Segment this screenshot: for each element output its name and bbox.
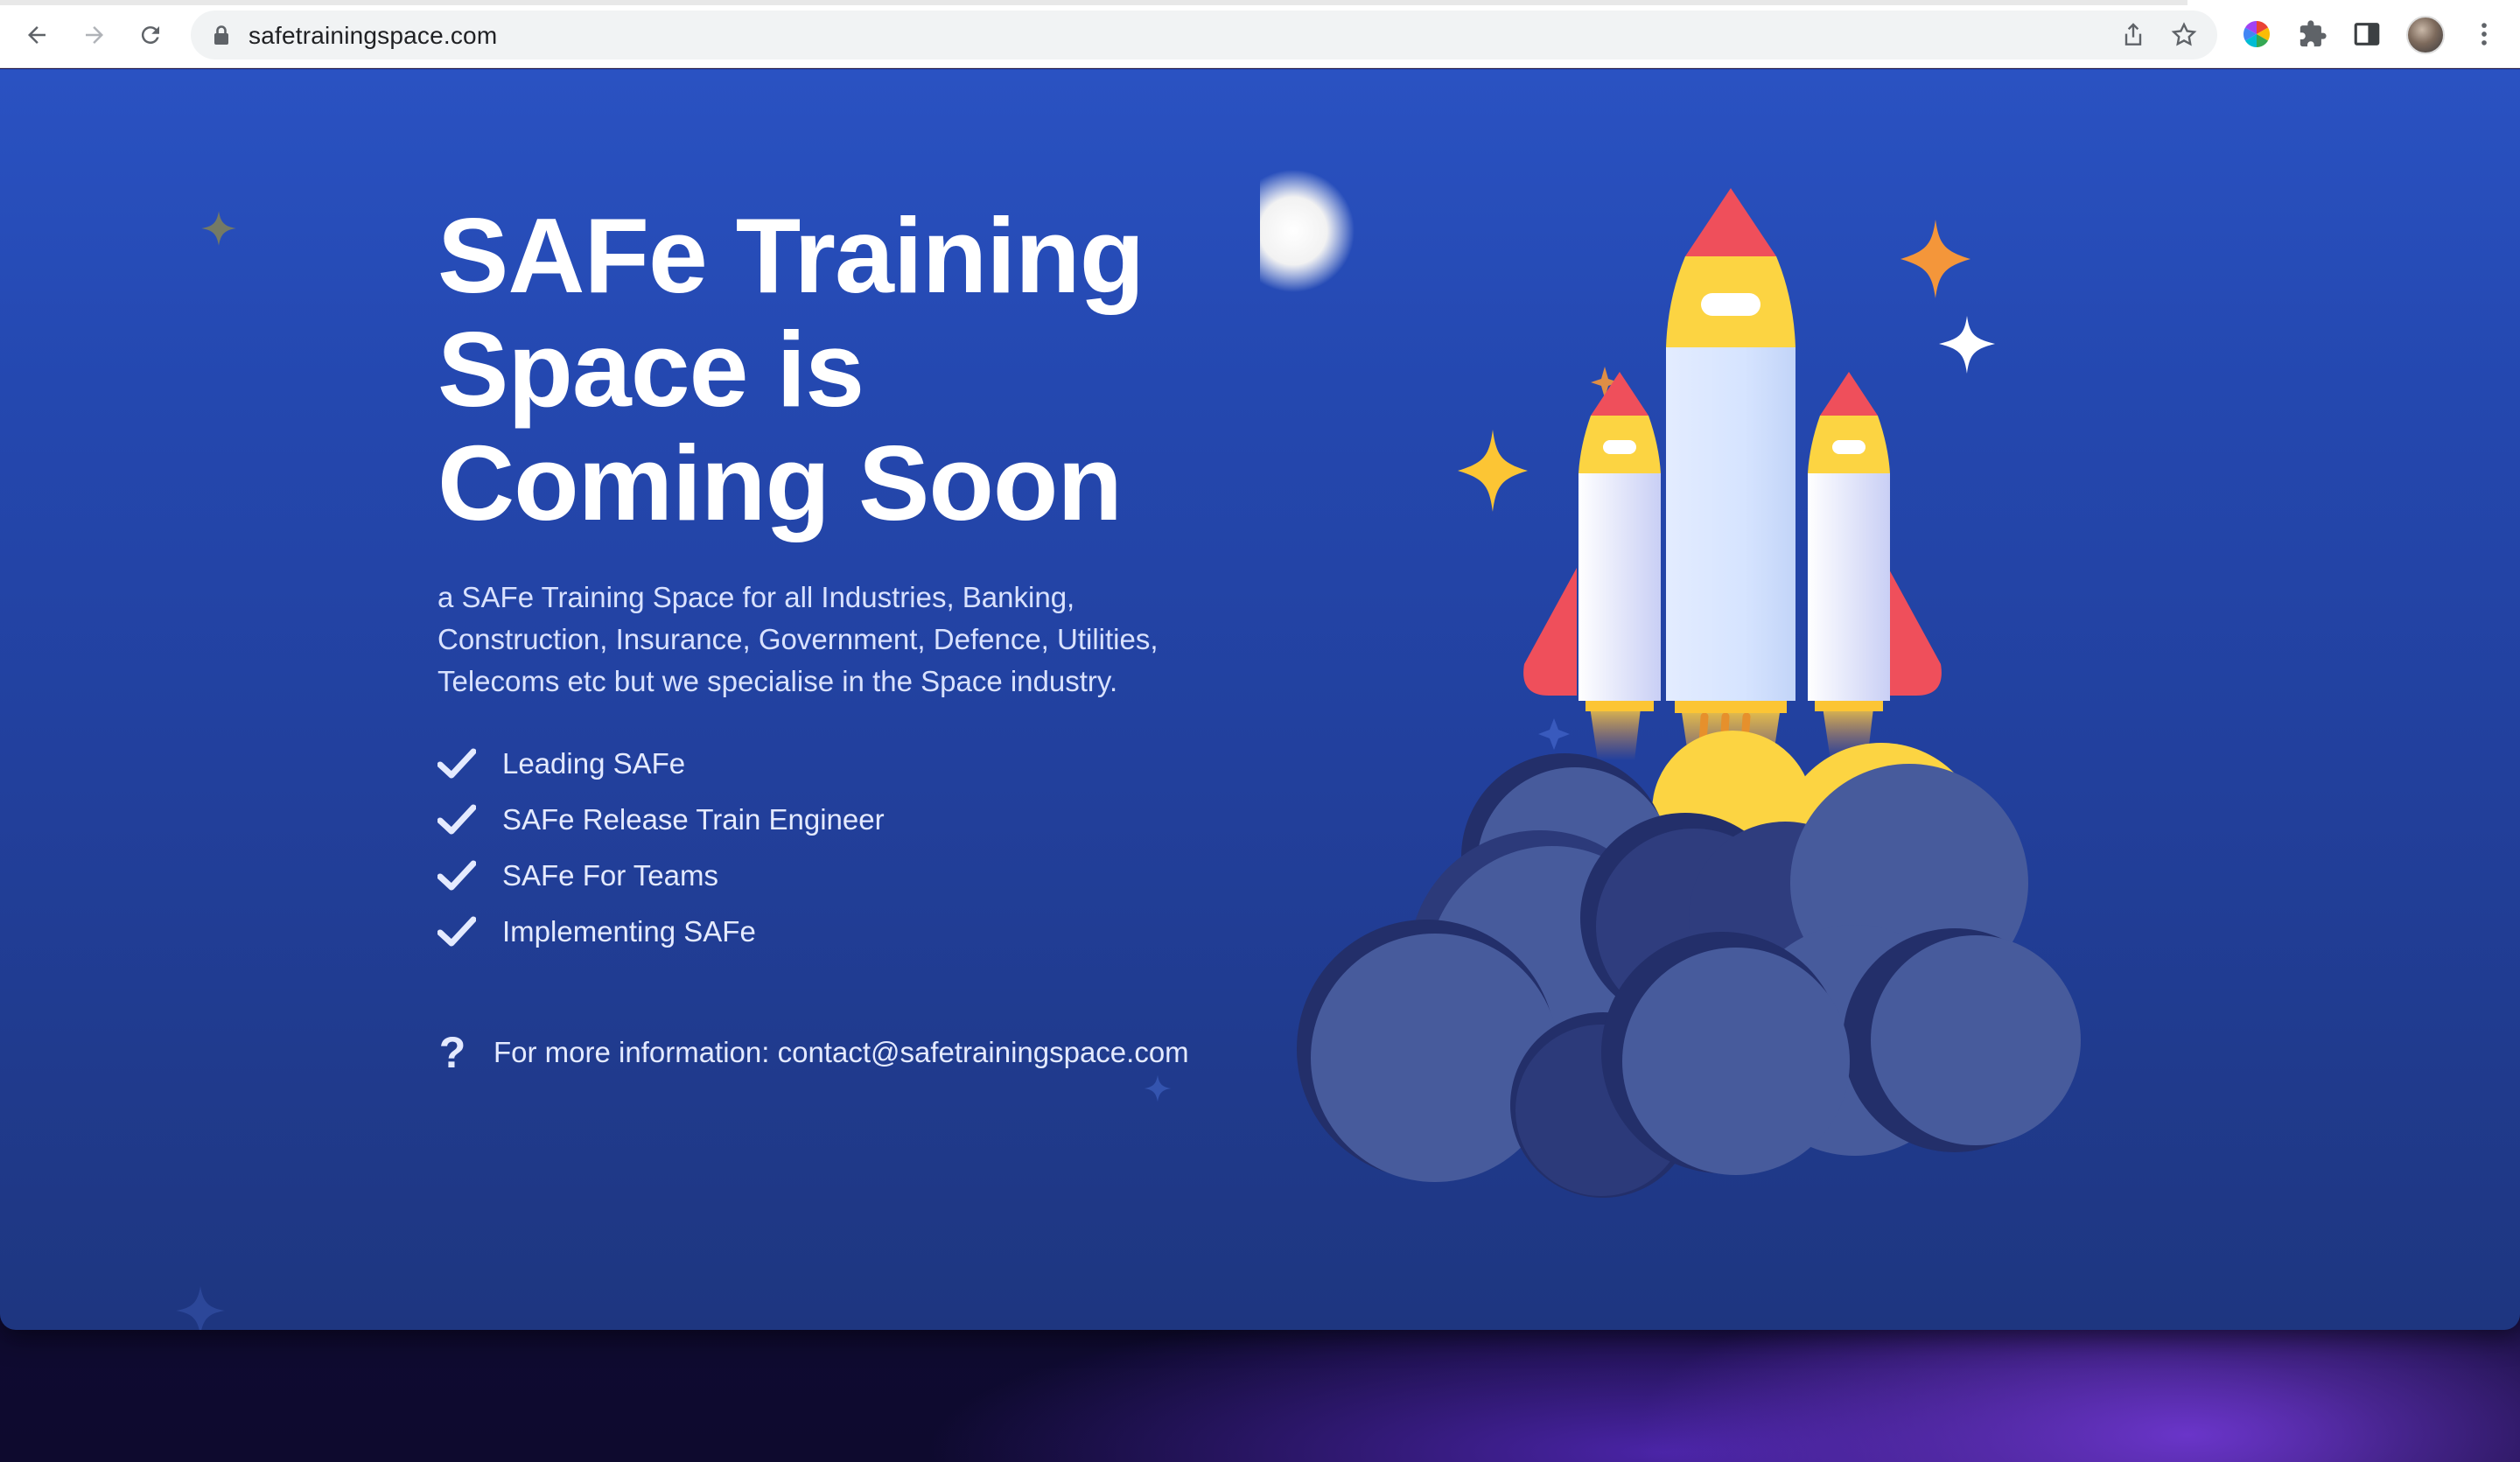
title-line: SAFe Training (438, 196, 1144, 315)
rocket-launch-illustration (1260, 170, 2081, 1198)
question-mark-icon: ? (438, 1028, 466, 1077)
bookmark-star-icon[interactable] (2170, 21, 2198, 49)
left-booster-window (1603, 440, 1636, 454)
main-rocket-body (1666, 347, 1796, 701)
course-list: Leading SAFe SAFe Release Train Engineer… (438, 736, 885, 960)
color-wheel-extension-icon[interactable] (2242, 19, 2272, 49)
list-item: SAFe Release Train Engineer (438, 792, 885, 848)
left-fin (1523, 568, 1577, 696)
title-line: Space is (438, 310, 864, 429)
share-icon[interactable] (2119, 21, 2147, 49)
lock-icon[interactable] (212, 24, 231, 45)
faint-star-icon (1538, 718, 1570, 750)
description-line: Telecoms etc but we specialise in the Sp… (438, 665, 1118, 697)
left-booster-nose (1591, 372, 1648, 416)
right-booster-nose (1820, 372, 1878, 416)
yellow-star-icon (1458, 430, 1528, 512)
checkmark-icon (438, 804, 476, 835)
list-item-label: Leading SAFe (502, 747, 686, 780)
browser-window: safetrainingspace.com SAFe Training Spac… (0, 0, 2520, 1330)
list-item-label: SAFe Release Train Engineer (502, 803, 885, 836)
list-item: SAFe For Teams (438, 848, 885, 904)
smoke-clouds (1297, 731, 2081, 1198)
puzzle-extensions-icon[interactable] (2298, 19, 2328, 49)
orange-star-icon (1900, 220, 1970, 298)
moon-icon (1260, 170, 1354, 292)
main-rocket-nozzle (1675, 701, 1787, 713)
list-item-label: SAFe For Teams (502, 859, 718, 892)
white-star-icon (1939, 316, 1995, 374)
left-booster-nozzle (1586, 701, 1654, 711)
list-item-label: Implementing SAFe (502, 915, 756, 948)
contact-info: ? For more information: contact@safetrai… (438, 1026, 1189, 1079)
checkmark-icon (438, 916, 476, 947)
faint-sparkle-icon (201, 211, 236, 246)
back-arrow-icon[interactable] (18, 16, 56, 54)
side-panel-icon[interactable] (2352, 19, 2382, 49)
coming-soon-page: SAFe Training Space is Coming Soon a SAF… (0, 69, 2520, 1330)
description-line: a SAFe Training Space for all Industries… (438, 581, 1075, 613)
faint-sparkle-icon (176, 1286, 225, 1330)
title-line: Coming Soon (438, 423, 1123, 542)
description-line: Construction, Insurance, Government, Def… (438, 623, 1158, 655)
profile-avatar[interactable] (2406, 16, 2445, 54)
main-rocket-window (1701, 293, 1760, 316)
left-booster-body (1578, 473, 1661, 701)
right-booster-body (1808, 473, 1890, 701)
checkmark-icon (438, 748, 476, 779)
right-booster-window (1832, 440, 1866, 454)
right-fin (1888, 568, 1942, 696)
main-rocket-nose (1685, 188, 1776, 256)
browser-toolbar: safetrainingspace.com (0, 0, 2520, 68)
forward-arrow-icon[interactable] (75, 16, 114, 54)
list-item: Implementing SAFe (438, 904, 885, 960)
reload-icon[interactable] (131, 16, 170, 54)
right-booster-nozzle (1815, 701, 1883, 711)
more-menu-icon[interactable] (2469, 19, 2499, 49)
address-bar[interactable]: safetrainingspace.com (191, 10, 2217, 59)
checkmark-icon (438, 860, 476, 891)
page-title: SAFe Training Space is Coming Soon (438, 199, 1260, 540)
description: a SAFe Training Space for all Industries… (438, 577, 1225, 703)
tab-strip-edge (0, 0, 2188, 5)
list-item: Leading SAFe (438, 736, 885, 792)
url-text[interactable]: safetrainingspace.com (248, 22, 497, 50)
contact-text[interactable]: For more information: contact@safetraini… (494, 1036, 1189, 1069)
